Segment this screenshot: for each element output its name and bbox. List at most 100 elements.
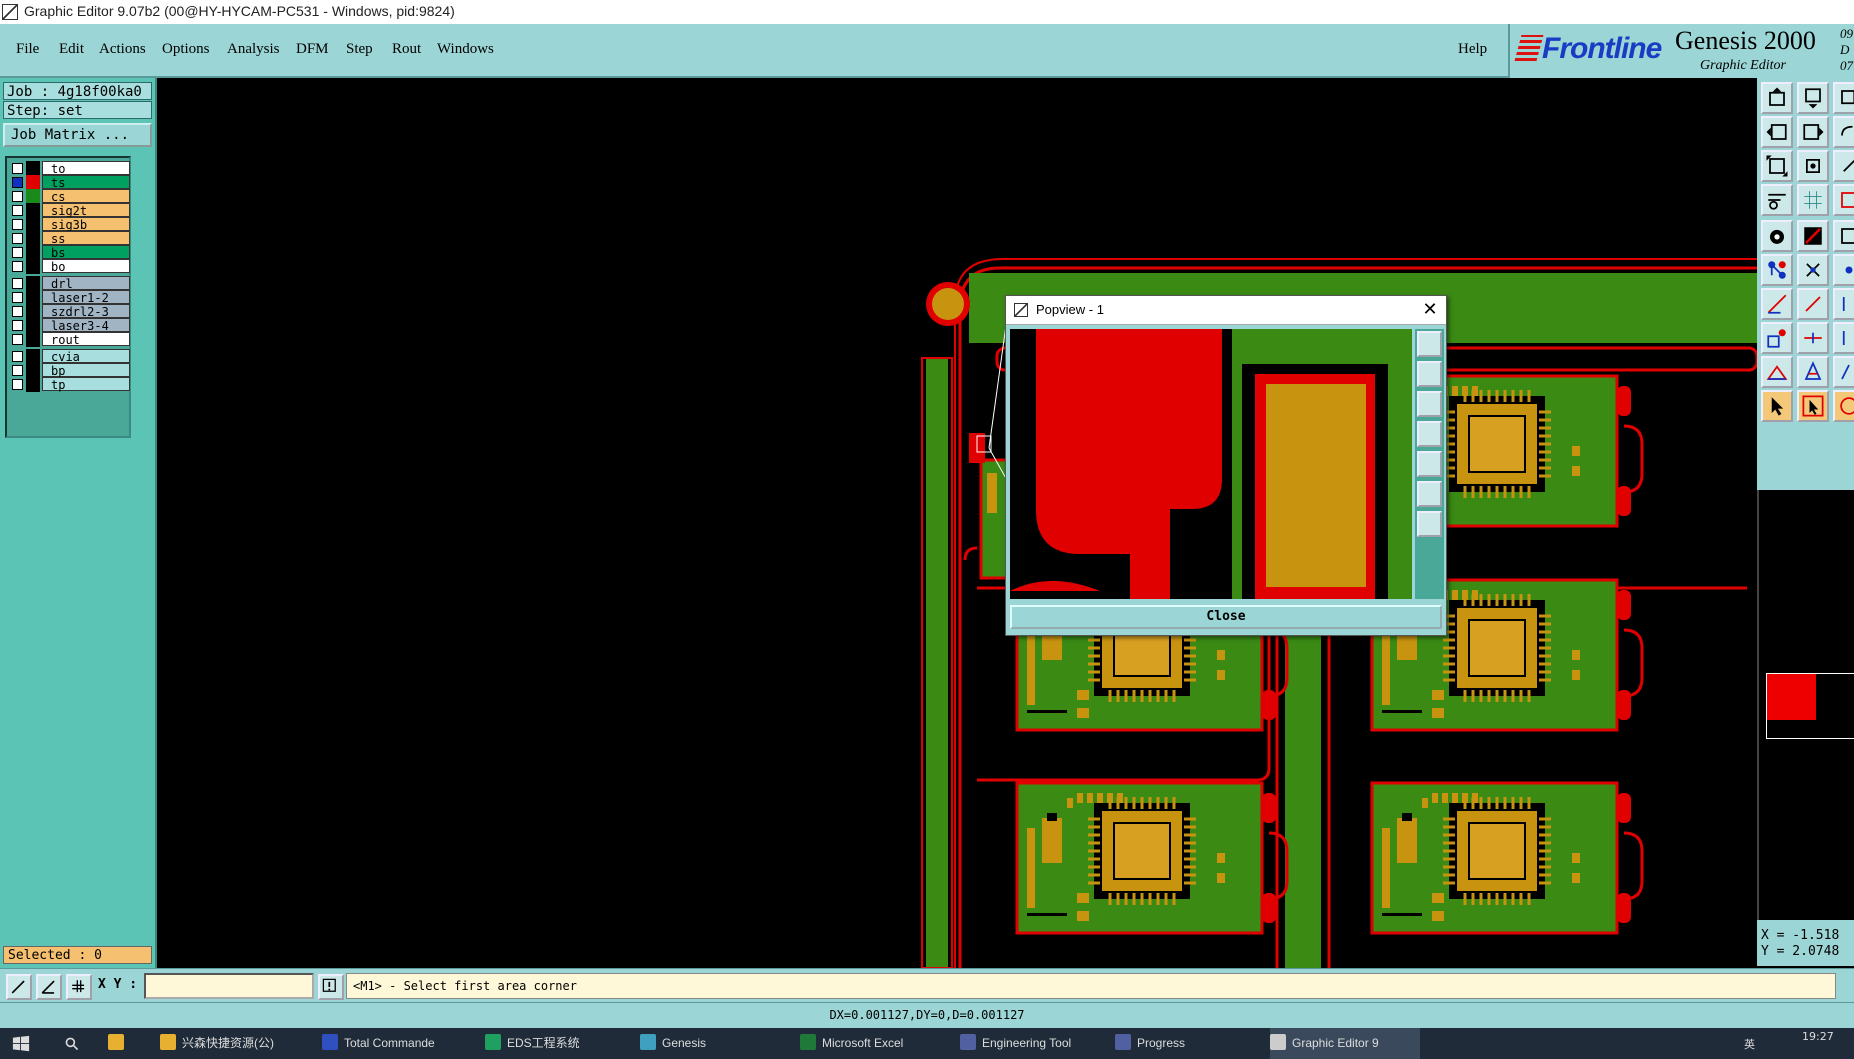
layer-name[interactable]: ts xyxy=(42,175,130,190)
layer-checkbox[interactable] xyxy=(12,334,23,345)
area-select-icon[interactable] xyxy=(1797,390,1829,422)
layer-row[interactable]: bo xyxy=(10,259,130,274)
taskbar-app[interactable]: Progress xyxy=(1115,1028,1265,1059)
layer-name[interactable]: bo xyxy=(42,259,130,274)
overview-map[interactable] xyxy=(1757,490,1854,920)
grid-icon[interactable] xyxy=(1797,184,1829,216)
layer-checkbox[interactable] xyxy=(12,292,23,303)
menu-edit[interactable]: Edit xyxy=(59,41,84,58)
layer-name[interactable]: tp xyxy=(42,377,130,392)
layer-name[interactable]: sig3b xyxy=(42,217,130,232)
layer-color-swatch[interactable] xyxy=(26,189,40,204)
taskbar-app[interactable]: Microsoft Excel xyxy=(800,1028,950,1059)
layer-name[interactable]: bs xyxy=(42,245,130,260)
layer-color-swatch[interactable] xyxy=(26,318,40,333)
layer-row[interactable]: bp xyxy=(10,363,130,378)
layer-color-swatch[interactable] xyxy=(26,377,40,392)
popview-zoom-down-icon[interactable] xyxy=(1417,391,1442,417)
layer-row[interactable]: szdrl2-3 xyxy=(10,304,130,319)
taskbar-app[interactable]: Total Commande xyxy=(322,1028,472,1059)
layer-checkbox[interactable] xyxy=(12,278,23,289)
layer-name[interactable]: drl xyxy=(42,276,130,291)
layer-checkbox[interactable] xyxy=(12,320,23,331)
menu-windows[interactable]: Windows xyxy=(437,41,494,58)
pad-icon[interactable] xyxy=(1761,220,1793,252)
popview-title-bar[interactable]: Popview - 1 ✕ xyxy=(1006,296,1446,325)
layer-checkbox[interactable] xyxy=(12,163,23,174)
xy-input[interactable] xyxy=(144,973,314,999)
polygon-icon[interactable] xyxy=(1797,356,1829,388)
layer-row[interactable]: sig3b xyxy=(10,217,130,232)
layer-checkbox[interactable] xyxy=(12,247,23,258)
zoom-fit-icon[interactable] xyxy=(1761,150,1793,182)
layer-checkbox[interactable] xyxy=(12,365,23,376)
layer-color-swatch[interactable] xyxy=(26,304,40,319)
draw-extra-icon[interactable] xyxy=(1833,288,1854,320)
layer-color-swatch[interactable] xyxy=(26,161,40,176)
clock[interactable]: 19:27 xyxy=(1802,1030,1834,1043)
popview-zoom-home-icon[interactable] xyxy=(1417,331,1442,357)
layer-name[interactable]: laser3-4 xyxy=(42,318,130,333)
move-icon[interactable] xyxy=(1797,322,1829,354)
popview-zoom-up-icon[interactable] xyxy=(1417,361,1442,387)
layer-name[interactable]: to xyxy=(42,161,130,176)
menu-rout[interactable]: Rout xyxy=(392,41,421,58)
file-explorer-icon[interactable] xyxy=(108,1028,134,1059)
zoom-center-icon[interactable] xyxy=(1797,150,1829,182)
triangle-icon[interactable] xyxy=(1761,356,1793,388)
layer-row[interactable]: laser1-2 xyxy=(10,290,130,305)
lasso-icon[interactable] xyxy=(1833,390,1854,422)
select-icon[interactable] xyxy=(1761,390,1793,422)
layer-name[interactable]: szdrl2-3 xyxy=(42,304,130,319)
overview-viewport[interactable] xyxy=(1766,673,1854,739)
taskbar-app[interactable]: Graphic Editor 9 xyxy=(1270,1028,1420,1059)
layer-color-swatch[interactable] xyxy=(26,217,40,232)
layer-row[interactable]: ts xyxy=(10,175,130,190)
menu-dfm[interactable]: DFM xyxy=(296,41,329,58)
layer-checkbox[interactable] xyxy=(12,379,23,390)
layer-color-swatch[interactable] xyxy=(26,175,40,190)
layer-checkbox[interactable] xyxy=(12,351,23,362)
delete-icon[interactable] xyxy=(1797,254,1829,286)
layer-row[interactable]: laser3-4 xyxy=(10,318,130,333)
layer-checkbox[interactable] xyxy=(12,177,23,188)
layer-checkbox[interactable] xyxy=(12,205,23,216)
layer-color-swatch[interactable] xyxy=(26,245,40,260)
menu-actions[interactable]: Actions xyxy=(99,41,146,58)
taskbar-app[interactable]: EDS工程系统 xyxy=(485,1028,635,1059)
layer-color-swatch[interactable] xyxy=(26,231,40,246)
layer-color-swatch[interactable] xyxy=(26,363,40,378)
layer-row[interactable]: bs xyxy=(10,245,130,260)
layer-row[interactable]: cs xyxy=(10,189,130,204)
layer-name[interactable]: cs xyxy=(42,189,130,204)
pan-left-icon[interactable] xyxy=(1761,116,1793,148)
popview-pan-left-icon[interactable] xyxy=(1417,421,1442,447)
layer-row[interactable]: sig2t xyxy=(10,203,130,218)
layer-name[interactable]: sig2t xyxy=(42,203,130,218)
layer-color-swatch[interactable] xyxy=(26,332,40,347)
polygon-extra-icon[interactable] xyxy=(1833,356,1854,388)
layer-name[interactable]: ss xyxy=(42,231,130,246)
layer-checkbox[interactable] xyxy=(12,306,23,317)
popview-canvas[interactable] xyxy=(1010,329,1412,599)
graphic-canvas[interactable] xyxy=(157,78,1759,969)
layer-color-swatch[interactable] xyxy=(26,276,40,291)
popview-pan-right-icon[interactable] xyxy=(1417,451,1442,477)
popview-zoom-fit-icon[interactable] xyxy=(1417,481,1442,507)
layer-checkbox[interactable] xyxy=(12,219,23,230)
move-extra-icon[interactable] xyxy=(1833,322,1854,354)
menu-help[interactable]: Help xyxy=(1458,41,1487,58)
window-title-bar[interactable]: Graphic Editor 9.07b2 (00@HY-HYCAM-PC531… xyxy=(0,0,1854,25)
popview-zoom-center-icon[interactable] xyxy=(1417,511,1442,537)
snap-grid-icon[interactable] xyxy=(66,974,92,1000)
layer-name[interactable]: rout xyxy=(42,332,130,347)
layer-color-swatch[interactable] xyxy=(26,349,40,364)
layer-checkbox[interactable] xyxy=(12,261,23,272)
layer-color-swatch[interactable] xyxy=(26,290,40,305)
layer-row[interactable]: drl xyxy=(10,276,130,291)
surface-icon[interactable] xyxy=(1833,220,1854,252)
redo-icon[interactable] xyxy=(1833,116,1854,148)
draw-arc-icon[interactable] xyxy=(1797,288,1829,320)
layer-row[interactable]: cvia xyxy=(10,349,130,364)
taskbar-app[interactable]: 兴森快捷资源(公) xyxy=(160,1028,310,1059)
